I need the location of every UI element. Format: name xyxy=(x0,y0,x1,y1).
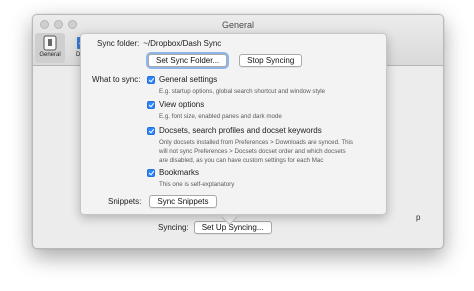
toolbar-general-label: General xyxy=(39,52,61,58)
general-settings-option[interactable]: General settings xyxy=(147,75,217,84)
sync-popover: Sync folder: ~/Dropbox/Dash Sync Set Syn… xyxy=(80,33,387,215)
what-to-sync-label: What to sync: xyxy=(92,75,141,84)
docsets-checkbox[interactable] xyxy=(147,126,155,135)
bookmarks-option[interactable]: Bookmarks xyxy=(147,168,199,177)
docsets-desc-line3: are disabled, as you can have custom set… xyxy=(159,157,324,164)
docsets-label: Docsets, search profiles and docset keyw… xyxy=(159,126,322,135)
docsets-option[interactable]: Docsets, search profiles and docset keyw… xyxy=(147,126,322,135)
hidden-text-fragment: p xyxy=(416,213,421,222)
stop-syncing-button[interactable]: Stop Syncing xyxy=(239,54,303,67)
snippets-label: Snippets: xyxy=(108,197,142,206)
sync-folder-row: Sync folder: ~/Dropbox/Dash Sync xyxy=(97,39,221,48)
view-options-desc: E.g. font size, enabled panes and dark m… xyxy=(159,113,282,120)
view-options-checkbox[interactable] xyxy=(147,100,155,109)
window-title: General xyxy=(221,20,255,30)
docsets-desc-line2: will not sync Preferences > Docsets docs… xyxy=(159,148,346,155)
sync-snippets-button[interactable]: Sync Snippets xyxy=(149,195,217,208)
toolbar-general[interactable]: General xyxy=(35,33,65,63)
set-sync-folder-button[interactable]: Set Sync Folder... xyxy=(148,54,228,67)
syncing-row: Syncing: Set Up Syncing... xyxy=(158,221,272,234)
docsets-desc-line1: Only docsets installed from Preferences … xyxy=(159,139,354,146)
sync-folder-label: Sync folder: xyxy=(97,39,140,48)
general-icon xyxy=(43,35,57,51)
bookmarks-label: Bookmarks xyxy=(159,168,200,177)
general-settings-desc: E.g. startup options, global search shor… xyxy=(159,88,326,95)
what-to-sync-row: What to sync: xyxy=(92,75,140,84)
set-up-syncing-button[interactable]: Set Up Syncing... xyxy=(193,221,272,234)
bookmarks-checkbox[interactable] xyxy=(147,168,155,177)
general-settings-checkbox[interactable] xyxy=(147,75,155,84)
view-options-label: View options xyxy=(159,100,205,109)
general-settings-label: General settings xyxy=(159,75,218,84)
view-options-option[interactable]: View options xyxy=(147,100,204,109)
sync-folder-buttons: Set Sync Folder... Stop Syncing xyxy=(148,54,303,67)
sync-folder-path: ~/Dropbox/Dash Sync xyxy=(143,39,222,48)
bookmarks-desc: This one is self-explanatory xyxy=(159,181,235,188)
snippets-row: Snippets: Sync Snippets xyxy=(108,195,217,208)
syncing-label: Syncing: xyxy=(158,223,189,232)
